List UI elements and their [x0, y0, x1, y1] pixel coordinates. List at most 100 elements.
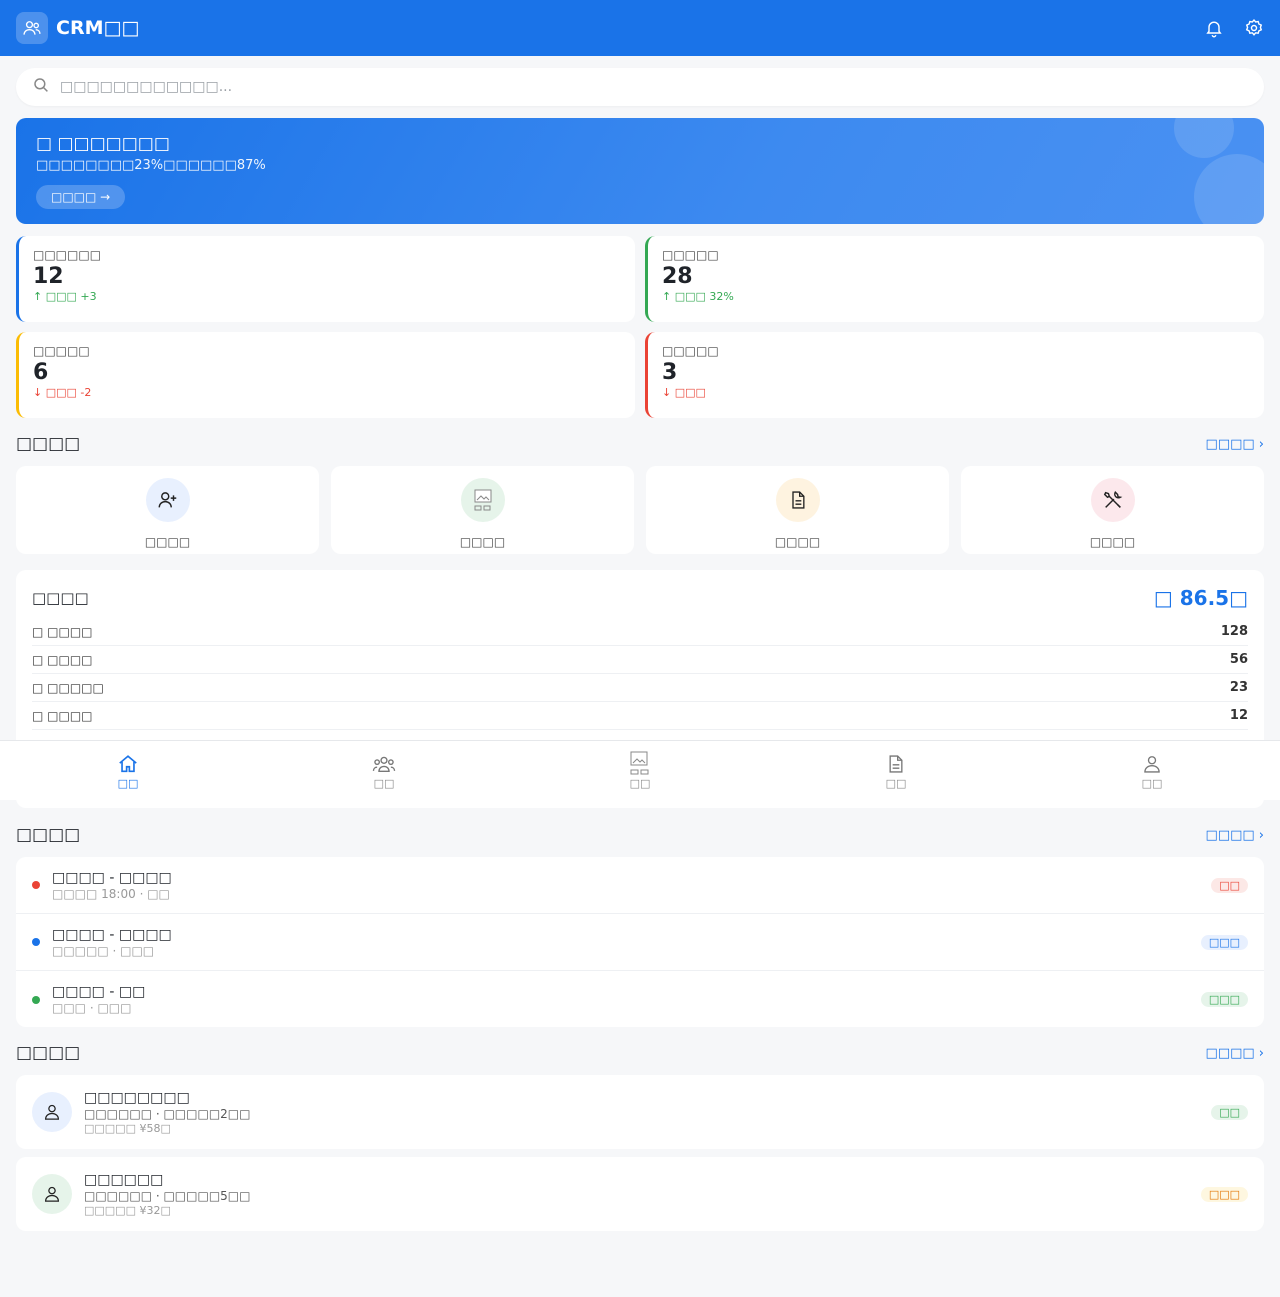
todo-title: □□□□ - □□□□ — [52, 869, 172, 886]
banner-subtitle: □□□□□□□□23%□□□□□□87% — [36, 158, 266, 173]
person-icon — [1142, 751, 1162, 775]
customers-title: □□□□ — [16, 1043, 81, 1063]
customer-name: □□□□□□□□ — [84, 1089, 190, 1106]
add-user-icon — [145, 478, 190, 522]
customer-amount: □□□□□ ¥58□ — [84, 1121, 171, 1135]
stat-trend: ↑ □□□ 32% — [662, 290, 734, 303]
search-icon — [32, 76, 50, 98]
performance-row-value: 12 — [1229, 708, 1248, 723]
nav-item-documents[interactable]: □□ — [768, 741, 1024, 800]
stat-card[interactable]: □□□□□ 28 ↑ □□□ 32% — [645, 236, 1264, 322]
todo-subtitle: □□□□ 18:00 · □□ — [52, 886, 170, 901]
stat-label: □□□□□ — [662, 344, 719, 358]
search-input[interactable] — [60, 79, 1248, 95]
stat-trend: ↓ □□□ — [662, 386, 706, 399]
performance-row-label: □ □□□□ — [32, 708, 93, 723]
home-icon — [117, 751, 139, 775]
quick-actions-more-link[interactable]: □□□□ › — [1206, 437, 1264, 452]
customer-card[interactable]: □□□□□□□□ □□□□□□ · □□□□□2□□ □□□□□ ¥58□ □□ — [16, 1075, 1264, 1149]
customer-card[interactable]: □□□□□□ □□□□□□ · □□□□□5□□ □□□□□ ¥32□ □□□ — [16, 1157, 1264, 1231]
todo-list: □□□□ - □□□□ □□□□ 18:00 · □□ □□ □□□□ - □□… — [16, 857, 1264, 1027]
quick-action-label: □□□□ — [774, 535, 821, 549]
team-icon — [372, 751, 396, 775]
performance-row-label: □ □□□□ — [32, 652, 93, 667]
todo-subtitle: □□□ · □□□ — [52, 1001, 132, 1015]
document-icon — [775, 478, 820, 522]
broken-image-icon — [460, 478, 505, 522]
quick-action-label: □□□□ — [144, 535, 191, 549]
todo-item[interactable]: □□□□ - □□ □□□ · □□□ □□□ — [16, 971, 1264, 1027]
nav-item-customers[interactable]: □□ — [256, 741, 512, 800]
customer-subtitle: □□□□□□ · □□□□□2□□ — [84, 1106, 251, 1121]
performance-title: □□□□ — [32, 589, 89, 607]
todo-tag: □□□ — [1200, 992, 1248, 1007]
stat-card[interactable]: □□□□□ 3 ↓ □□□ — [645, 332, 1264, 418]
todos-title: □□□□ — [16, 825, 81, 845]
stat-label: □□□□□ — [33, 344, 90, 358]
customers-more-link[interactable]: □□□□ › — [1206, 1046, 1264, 1061]
nav-label: □□ — [885, 777, 907, 790]
nav-item-profile[interactable]: □□ — [1024, 741, 1280, 800]
bell-icon[interactable] — [1204, 18, 1224, 38]
stat-value: 3 — [662, 360, 678, 385]
banner-button[interactable]: □□□□ → — [36, 185, 126, 209]
stat-trend: ↑ □□□ +3 — [33, 290, 97, 303]
stat-card[interactable]: □□□□□ 6 ↓ □□□ -2 — [16, 332, 635, 418]
performance-row: □ □□□□ 56 — [32, 646, 1248, 674]
bottom-navigation: □□ □□ □□ □□ □□ — [0, 740, 1280, 800]
todo-title: □□□□ - □□ — [52, 984, 146, 1000]
status-dot — [32, 938, 40, 946]
performance-row-value: 56 — [1229, 652, 1248, 667]
app-title: CRM□□ — [56, 17, 140, 39]
quick-action-2[interactable]: □□□□ — [331, 466, 634, 554]
performance-row: □ □□□□ 128 — [32, 618, 1248, 646]
stat-card[interactable]: □□□□□□ 12 ↑ □□□ +3 — [16, 236, 635, 322]
users-icon — [16, 12, 48, 44]
quick-action-label: □□□□ — [459, 535, 506, 549]
todo-item[interactable]: □□□□ - □□□□ □□□□□ · □□□ □□□ — [16, 914, 1264, 971]
performance-row: □ □□□□ 12 — [32, 702, 1248, 730]
quick-action-add-customer[interactable]: □□□□ — [16, 466, 319, 554]
nav-item-home[interactable]: □□ — [0, 741, 256, 800]
nav-item-middle[interactable]: □□ — [512, 741, 768, 800]
top-app-bar: CRM□□ — [0, 0, 1280, 56]
stat-trend: ↓ □□□ -2 — [33, 386, 92, 399]
quick-action-3[interactable]: □□□□ — [646, 466, 949, 554]
performance-row: □ □□□□□ 23 — [32, 674, 1248, 702]
customer-name: □□□□□□ — [84, 1171, 164, 1188]
stat-value: 12 — [33, 264, 64, 289]
todo-title: □□□□ - □□□□ — [52, 926, 172, 943]
stat-label: □□□□□□ — [33, 248, 102, 262]
customer-tag: □□□ — [1200, 1186, 1248, 1202]
performance-total: □ 86.5□ — [1153, 586, 1248, 610]
todo-tag: □□ — [1211, 877, 1248, 893]
search-bar[interactable] — [16, 68, 1264, 106]
avatar — [32, 1174, 72, 1214]
stat-label: □□□□□ — [662, 248, 719, 262]
document-icon — [886, 751, 906, 775]
nav-label: □□ — [629, 777, 651, 790]
quick-action-label: □□□□ — [1089, 535, 1136, 549]
status-dot — [32, 995, 40, 1004]
customer-tag: □□ — [1211, 1104, 1248, 1120]
promo-banner: □ □□□□□□□ □□□□□□□□23%□□□□□□87% □□□□ → — [16, 118, 1264, 224]
customer-amount: □□□□□ ¥32□ — [84, 1203, 171, 1217]
nav-label: □□ — [1141, 777, 1163, 790]
todo-item[interactable]: □□□□ - □□□□ □□□□ 18:00 · □□ □□ — [16, 857, 1264, 914]
todos-more-link[interactable]: □□□□ › — [1206, 828, 1264, 843]
gear-icon[interactable] — [1244, 18, 1264, 38]
quick-actions-title: □□□□ — [16, 434, 81, 454]
stat-value: 6 — [33, 360, 49, 385]
tools-icon — [1090, 478, 1135, 522]
stat-value: 28 — [662, 264, 693, 289]
todo-subtitle: □□□□□ · □□□ — [52, 943, 155, 958]
nav-label: □□ — [373, 777, 395, 790]
quick-action-4[interactable]: □□□□ — [961, 466, 1264, 554]
performance-row-value: 23 — [1229, 680, 1248, 695]
performance-row-label: □ □□□□□ — [32, 680, 104, 695]
performance-row-label: □ □□□□ — [32, 624, 93, 639]
banner-title: □ □□□□□□□ — [36, 134, 170, 154]
customer-subtitle: □□□□□□ · □□□□□5□□ — [84, 1188, 251, 1203]
nav-label: □□ — [117, 777, 139, 790]
avatar — [32, 1092, 72, 1132]
